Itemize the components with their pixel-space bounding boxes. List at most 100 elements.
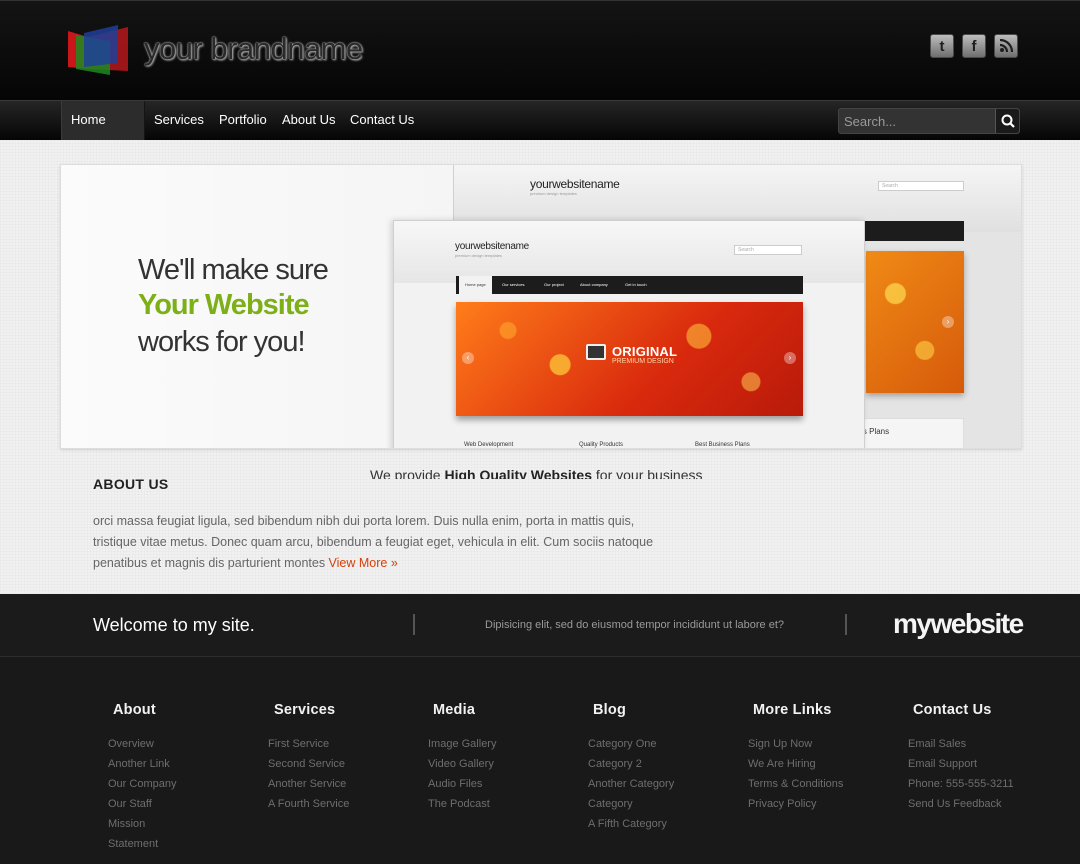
- view-more-link[interactable]: View More »: [329, 556, 398, 570]
- search-icon: [1001, 114, 1015, 128]
- footer-link[interactable]: A Fourth Service: [268, 798, 349, 810]
- footer-link[interactable]: Video Gallery: [428, 758, 494, 770]
- nav-item-contact[interactable]: Contact Us: [341, 101, 423, 141]
- mockup-front-nav: Home page Our services Our project About…: [456, 276, 803, 294]
- footer-heading-blog: Blog: [593, 702, 627, 718]
- monitor-icon: [586, 344, 606, 360]
- footer-link[interactable]: Second Service: [268, 758, 345, 770]
- mockup-nav-services: Our services: [502, 282, 525, 287]
- footer-link[interactable]: Email Sales: [908, 738, 966, 750]
- about-line-1: orci massa feugiat ligula, sed bibendum …: [93, 514, 635, 528]
- site-footer: About Overview Another Link Our Company …: [0, 657, 1080, 864]
- nav-item-portfolio[interactable]: Portfolio: [210, 101, 276, 141]
- footer-link[interactable]: Mission: [108, 818, 145, 830]
- site-header: your brandname t f: [0, 0, 1080, 100]
- band-divider-left: [413, 614, 415, 635]
- rss-icon[interactable]: [994, 34, 1018, 58]
- hero-line-2: Your Website: [138, 289, 310, 321]
- footer-link[interactable]: Email Support: [908, 758, 977, 770]
- footer-heading-more-links: More Links: [753, 702, 832, 718]
- footer-heading-about: About: [113, 702, 156, 718]
- provide-pre: We provide: [370, 467, 445, 479]
- footer-link[interactable]: A Fifth Category: [588, 818, 667, 830]
- twitter-glyph: t: [939, 37, 945, 55]
- mockup-foot-1: Web Development: [464, 442, 514, 448]
- welcome-band: Welcome to my site. Dipisicing elit, sed…: [0, 594, 1080, 657]
- about-line-3-text: penatibus et magnis dis parturient monte…: [93, 556, 329, 570]
- footer-heading-media: Media: [433, 702, 476, 718]
- hero-slider: We'll make sure Your Website works for y…: [60, 164, 1022, 449]
- main-content: We'll make sure Your Website works for y…: [0, 140, 1080, 594]
- footer-link[interactable]: Our Staff: [108, 798, 152, 810]
- footer-logo[interactable]: mywebsite: [893, 608, 1024, 640]
- footer-heading-services: Services: [274, 702, 336, 718]
- mockup-nav-project: Our project: [544, 282, 564, 287]
- mockup-nav-contact: Get in touch: [625, 282, 647, 287]
- nav-item-services[interactable]: Services: [145, 101, 213, 141]
- footer-link[interactable]: Phone: 555-555-3211: [908, 778, 1014, 790]
- band-tagline: Dipisicing elit, sed do eiusmod tempor i…: [485, 619, 784, 631]
- mockup-back-tagline: premium design templates: [530, 191, 577, 196]
- search-box: [838, 108, 1020, 134]
- footer-link[interactable]: Category: [588, 798, 633, 810]
- mockup-back-title: yourwebsitename: [530, 177, 620, 191]
- footer-link[interactable]: Category 2: [588, 758, 642, 770]
- mockup-back-next-icon: ›: [942, 316, 954, 328]
- mockup-nav-about: About company: [580, 282, 608, 287]
- nav-item-home[interactable]: Home Page: [61, 101, 145, 165]
- mockup-front-banner: ORIGINAL PREMIUM DESIGN ‹ ›: [456, 302, 803, 416]
- nav-item-about[interactable]: About Us: [273, 101, 344, 141]
- footer-link[interactable]: Image Gallery: [428, 738, 496, 750]
- rss-glyph-icon: [999, 39, 1013, 53]
- mockup-foot-3: Best Business Plans: [695, 442, 750, 448]
- mockup-prev-icon: ‹: [462, 352, 474, 364]
- mockup-foot-2: Quality Products: [579, 442, 624, 448]
- provide-post: for your business: [592, 467, 703, 479]
- footer-heading-contact: Contact Us: [913, 702, 992, 718]
- main-nav: Home Page Services Portfolio About Us Co…: [0, 100, 1080, 165]
- welcome-text: Welcome to my site.: [93, 615, 255, 635]
- about-line-3: penatibus et magnis dis parturient monte…: [93, 553, 663, 574]
- footer-link[interactable]: Audio Files: [428, 778, 482, 790]
- footer-link[interactable]: Send Us Feedback: [908, 798, 1002, 810]
- about-heading: ABOUT US: [93, 476, 169, 492]
- footer-link[interactable]: Another Category: [588, 778, 674, 790]
- mockup-front-search: Search: [734, 245, 802, 255]
- footer-link[interactable]: Another Service: [268, 778, 346, 790]
- mockup-next-icon: ›: [784, 352, 796, 364]
- about-line-2: tristique vitae metus. Donec quam arcu, …: [93, 535, 654, 549]
- footer-link[interactable]: Overview: [108, 738, 154, 750]
- facebook-glyph: f: [971, 37, 977, 55]
- footer-link[interactable]: First Service: [268, 738, 329, 750]
- brand-name[interactable]: your brandname: [144, 31, 363, 67]
- provide-bold: High Quality Websites: [444, 467, 592, 479]
- page: your brandname t f Home Page Services Po…: [0, 0, 1080, 864]
- mockup-back-search: Search: [878, 181, 964, 191]
- footer-link[interactable]: The Podcast: [428, 798, 490, 810]
- mockup-front-title: yourwebsitename: [455, 241, 529, 252]
- footer-link[interactable]: Another Link: [108, 758, 170, 770]
- footer-link[interactable]: Category One: [588, 738, 656, 750]
- hero-line-3: works for you!: [138, 326, 305, 358]
- search-input[interactable]: [839, 109, 995, 133]
- hero-line-1: We'll make sure: [138, 254, 329, 286]
- footer-link[interactable]: Our Company: [108, 778, 176, 790]
- twitter-icon[interactable]: t: [930, 34, 954, 58]
- brand-logo-icon[interactable]: [66, 23, 130, 79]
- footer-link[interactable]: We Are Hiring: [748, 758, 816, 770]
- search-button[interactable]: [995, 109, 1019, 133]
- band-divider-right: [845, 614, 847, 635]
- mockup-front-tagline: premium design templates: [455, 253, 502, 258]
- facebook-icon[interactable]: f: [962, 34, 986, 58]
- footer-link[interactable]: Sign Up Now: [748, 738, 812, 750]
- mockup-front-screenshot: yourwebsitename premium design templates…: [393, 220, 865, 448]
- provide-headline: We provide High Quality Websites for you…: [370, 466, 790, 479]
- footer-link[interactable]: Privacy Policy: [748, 798, 816, 810]
- mockup-banner-subtitle: PREMIUM DESIGN: [612, 358, 674, 365]
- mockup-banner-title: ORIGINAL: [612, 344, 678, 359]
- mockup-nav-home: Home page: [459, 276, 492, 294]
- footer-link[interactable]: Terms & Conditions: [748, 778, 843, 790]
- about-text: orci massa feugiat ligula, sed bibendum …: [93, 511, 663, 574]
- footer-link[interactable]: Statement: [108, 838, 158, 850]
- mockup-back-nav: [864, 221, 964, 241]
